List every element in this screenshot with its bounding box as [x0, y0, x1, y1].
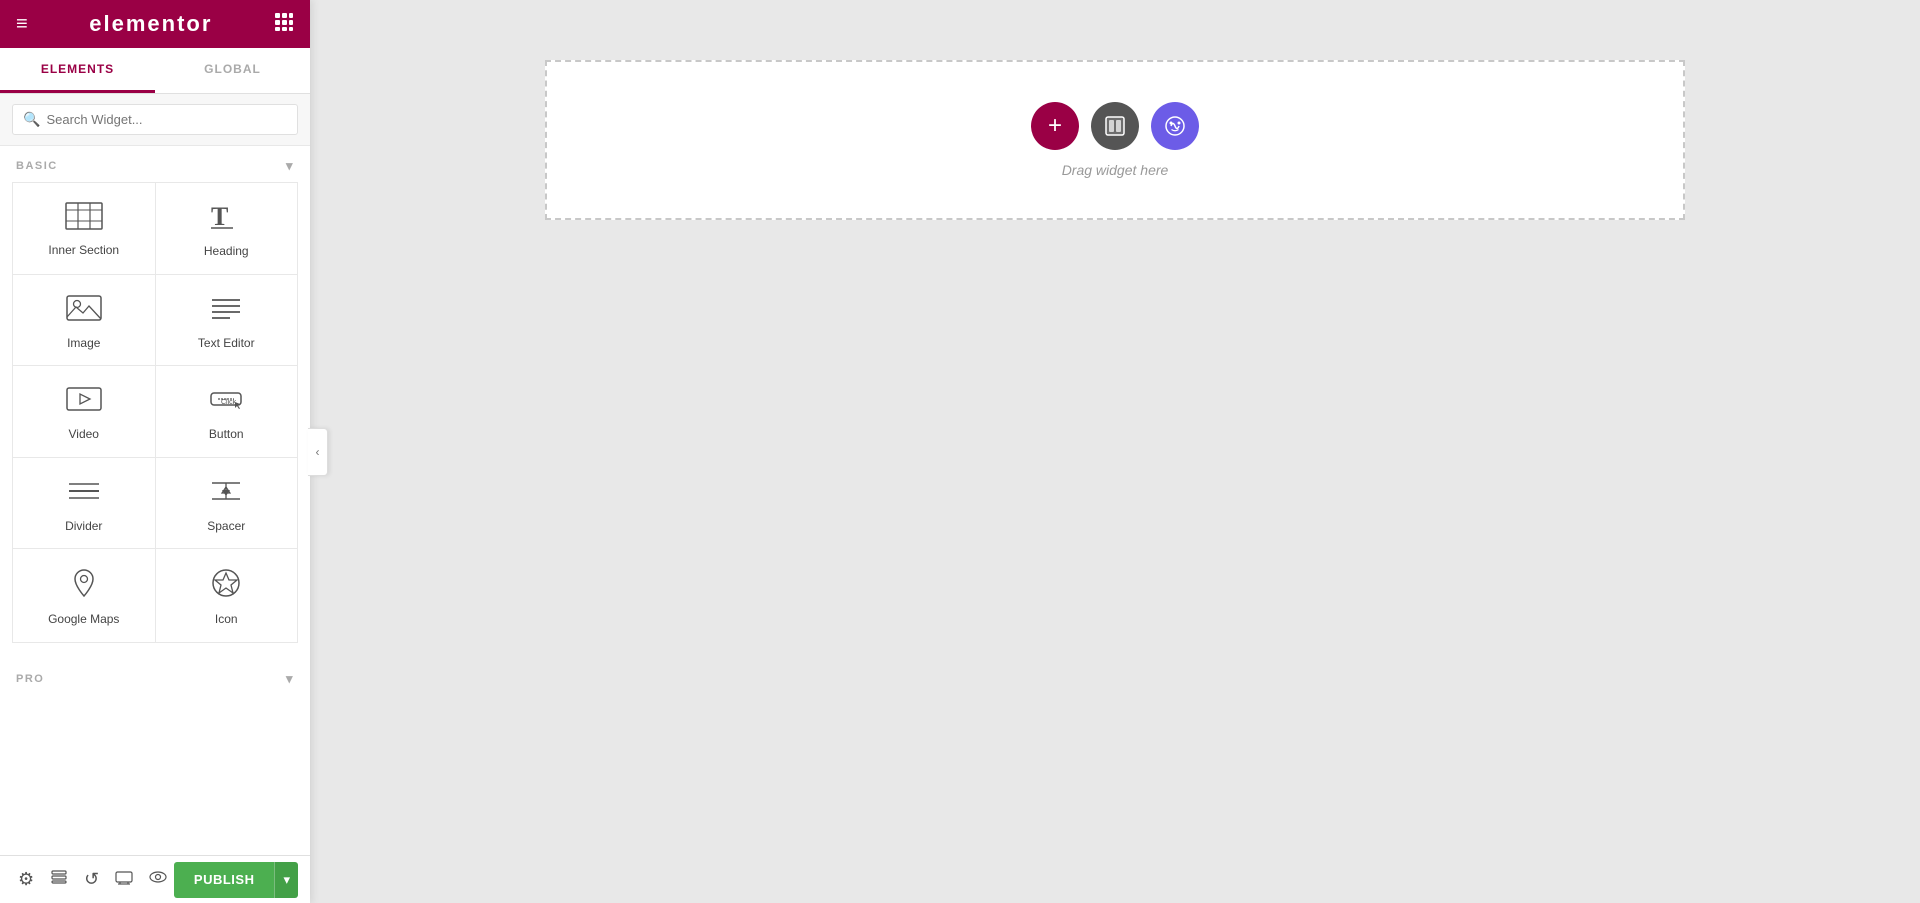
- widget-text-editor[interactable]: Text Editor: [156, 275, 298, 366]
- widget-button-label: Button: [209, 427, 244, 443]
- widget-inner-section-label: Inner Section: [48, 243, 119, 259]
- sidebar-collapse-toggle[interactable]: ‹: [308, 428, 328, 476]
- widget-spacer[interactable]: Spacer: [156, 458, 298, 549]
- hamburger-menu-icon[interactable]: ≡: [16, 13, 28, 36]
- widget-spacer-label: Spacer: [207, 519, 245, 535]
- sidebar-tabs: ELEMENTS GLOBAL: [0, 48, 310, 94]
- section-pro-header[interactable]: PRO ▾: [0, 659, 310, 695]
- sidebar-header: ≡ elementor: [0, 0, 310, 48]
- widget-video-label: Video: [69, 427, 99, 443]
- tab-global[interactable]: GLOBAL: [155, 48, 310, 93]
- drag-widget-hint: Drag widget here: [1062, 162, 1169, 178]
- widget-divider-label: Divider: [65, 519, 102, 535]
- widget-icon[interactable]: Icon: [156, 549, 298, 642]
- search-icon: 🔍: [23, 111, 40, 128]
- canvas-drop-area[interactable]: + Drag widget here: [545, 60, 1685, 220]
- grid-apps-icon[interactable]: [274, 12, 294, 37]
- basic-widget-grid: Inner Section T Heading: [12, 182, 298, 643]
- widget-heading-label: Heading: [204, 244, 249, 260]
- section-basic-header[interactable]: BASIC ▾: [0, 146, 310, 182]
- search-input-wrap: 🔍: [12, 104, 298, 135]
- publish-button-group: PUBLISH ▾: [174, 862, 298, 898]
- heading-icon: T: [209, 201, 243, 236]
- widget-google-maps[interactable]: Google Maps: [13, 549, 155, 642]
- svg-text:T: T: [211, 202, 228, 231]
- widget-divider[interactable]: Divider: [13, 458, 155, 549]
- settings-icon[interactable]: ⚙: [12, 865, 40, 894]
- widget-button[interactable]: Click Button: [156, 366, 298, 457]
- main-canvas: + Drag widget here: [310, 0, 1920, 903]
- add-template-button[interactable]: [1151, 102, 1199, 150]
- widget-list: BASIC ▾ Inner Section: [0, 146, 310, 855]
- responsive-icon[interactable]: [109, 864, 139, 895]
- publish-button[interactable]: PUBLISH: [174, 862, 275, 898]
- layers-icon[interactable]: [44, 864, 74, 895]
- google-maps-icon: [66, 567, 102, 604]
- video-icon: [66, 384, 102, 419]
- widget-image[interactable]: Image: [13, 275, 155, 366]
- button-icon: Click: [208, 384, 244, 419]
- search-container: 🔍: [0, 94, 310, 146]
- spacer-icon: [208, 476, 244, 511]
- widget-heading[interactable]: T Heading: [156, 183, 298, 274]
- divider-icon: [66, 476, 102, 511]
- icon-widget-icon: [208, 567, 244, 604]
- add-section-button[interactable]: +: [1031, 102, 1079, 150]
- inner-section-icon: [65, 202, 103, 235]
- search-input[interactable]: [46, 112, 287, 127]
- elementor-logo: elementor: [89, 11, 212, 37]
- widget-inner-section[interactable]: Inner Section: [13, 183, 155, 274]
- sidebar: ≡ elementor ELEMENTS GLOBAL 🔍: [0, 0, 310, 903]
- history-icon[interactable]: ↺: [78, 865, 105, 894]
- image-icon: [66, 293, 102, 328]
- bottom-bar: ⚙ ↺: [0, 855, 310, 903]
- widget-image-label: Image: [67, 336, 100, 352]
- section-basic-label: BASIC: [16, 160, 58, 172]
- text-editor-icon: [208, 293, 244, 328]
- svg-text:Click: Click: [221, 399, 237, 406]
- section-pro-collapse-icon: ▾: [286, 671, 294, 687]
- add-column-button[interactable]: [1091, 102, 1139, 150]
- widget-add-buttons: +: [1031, 102, 1199, 150]
- preview-icon[interactable]: [143, 864, 173, 895]
- tab-elements[interactable]: ELEMENTS: [0, 48, 155, 93]
- widget-icon-label: Icon: [215, 612, 238, 628]
- widget-video[interactable]: Video: [13, 366, 155, 457]
- widget-google-maps-label: Google Maps: [48, 612, 119, 628]
- section-pro-label: PRO: [16, 673, 44, 685]
- section-basic-collapse-icon: ▾: [286, 158, 294, 174]
- widget-text-editor-label: Text Editor: [198, 336, 255, 352]
- publish-dropdown-arrow[interactable]: ▾: [274, 862, 298, 898]
